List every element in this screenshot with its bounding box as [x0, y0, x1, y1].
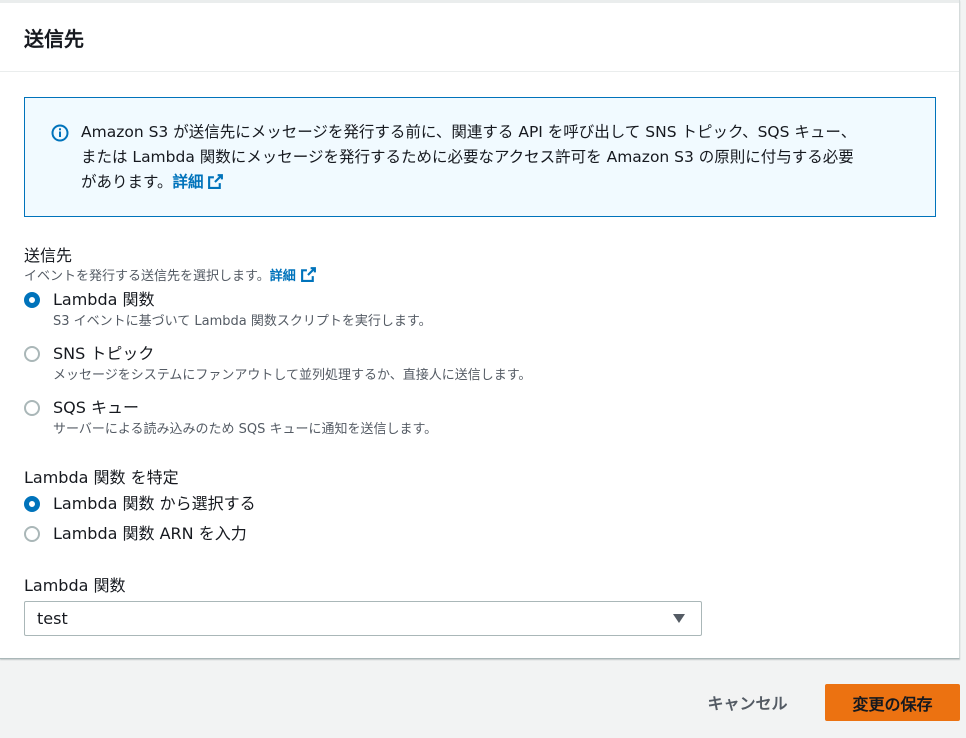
info-learn-more-link[interactable]: 詳細 [172, 173, 224, 191]
info-line-3: があります。詳細 [81, 170, 915, 195]
radio-sqs[interactable] [24, 400, 40, 416]
radio-desc-lambda: S3 イベントに基づいて Lambda 関数スクリプトを実行します。 [53, 314, 432, 329]
radio-label-sns: SNS トピック [53, 344, 155, 363]
info-line-1: Amazon S3 が送信先にメッセージを発行する前に、関連する API を呼び… [81, 123, 857, 141]
radio-option-sns[interactable]: SNS トピック メッセージをシステムにファンアウトして並列処理するか、直接人に… [24, 344, 531, 385]
destination-panel: 送信先 Amazon S3 が送信先にメッセージを発行する前に、関連する API… [0, 0, 960, 659]
lambda-specify-label: Lambda 関数 を特定 [24, 468, 179, 487]
info-icon [51, 124, 69, 142]
destination-learn-more-label: 詳細 [269, 269, 296, 284]
radio-text: Lambda 関数 から選択する [53, 494, 256, 514]
radio-enter-arn[interactable] [24, 526, 40, 542]
panel-header: 送信先 [0, 0, 959, 72]
destination-description-row: イベントを発行する送信先を選択します。詳細 [24, 265, 317, 284]
lambda-function-select-value: test [37, 609, 68, 628]
radio-label-sqs: SQS キュー [53, 398, 139, 417]
radio-text: Lambda 関数 S3 イベントに基づいて Lambda 関数スクリプトを実行… [53, 290, 432, 331]
external-link-icon [208, 174, 224, 189]
info-alert: Amazon S3 が送信先にメッセージを発行する前に、関連する API を呼び… [24, 97, 936, 217]
radio-option-choose-function[interactable]: Lambda 関数 から選択する [24, 494, 256, 514]
info-line-2: または Lambda 関数にメッセージを発行するために必要なアクセス許可を Am… [81, 148, 854, 166]
radio-text: SQS キュー サーバーによる読み込みのため SQS キューに通知を送信します。 [53, 398, 437, 439]
radio-lambda[interactable] [24, 292, 40, 308]
radio-text: Lambda 関数 ARN を入力 [53, 524, 247, 544]
save-changes-button[interactable]: 変更の保存 [825, 684, 960, 721]
radio-label-enter-arn: Lambda 関数 ARN を入力 [53, 524, 247, 543]
destination-description: イベントを発行する送信先を選択します。 [24, 269, 270, 284]
radio-desc-sqs: サーバーによる読み込みのため SQS キューに通知を送信します。 [53, 422, 438, 437]
radio-option-enter-arn[interactable]: Lambda 関数 ARN を入力 [24, 524, 247, 544]
lambda-function-label: Lambda 関数 [24, 576, 126, 595]
radio-label-lambda: Lambda 関数 [53, 290, 155, 309]
external-link-icon [300, 267, 316, 282]
radio-desc-sns: メッセージをシステムにファンアウトして並列処理するか、直接人に送信します。 [53, 368, 532, 383]
cancel-button[interactable]: キャンセル [690, 684, 805, 720]
info-text: Amazon S3 が送信先にメッセージを発行する前に、関連する API を呼び… [81, 120, 915, 195]
radio-sns[interactable] [24, 346, 40, 362]
radio-option-lambda[interactable]: Lambda 関数 S3 イベントに基づいて Lambda 関数スクリプトを実行… [24, 290, 432, 331]
info-line-3-text: があります。 [81, 173, 173, 191]
destination-learn-more-link[interactable]: 詳細 [269, 267, 317, 284]
radio-option-sqs[interactable]: SQS キュー サーバーによる読み込みのため SQS キューに通知を送信します。 [24, 398, 437, 439]
caret-down-icon [673, 614, 685, 623]
info-learn-more-label: 詳細 [172, 173, 204, 191]
destination-label: 送信先 [24, 246, 73, 265]
radio-label-choose-function: Lambda 関数 から選択する [53, 494, 256, 513]
panel-title: 送信先 [24, 27, 84, 51]
radio-text: SNS トピック メッセージをシステムにファンアウトして並列処理するか、直接人に… [53, 344, 531, 385]
radio-choose-function[interactable] [24, 496, 40, 512]
lambda-function-select[interactable]: test [24, 601, 702, 636]
